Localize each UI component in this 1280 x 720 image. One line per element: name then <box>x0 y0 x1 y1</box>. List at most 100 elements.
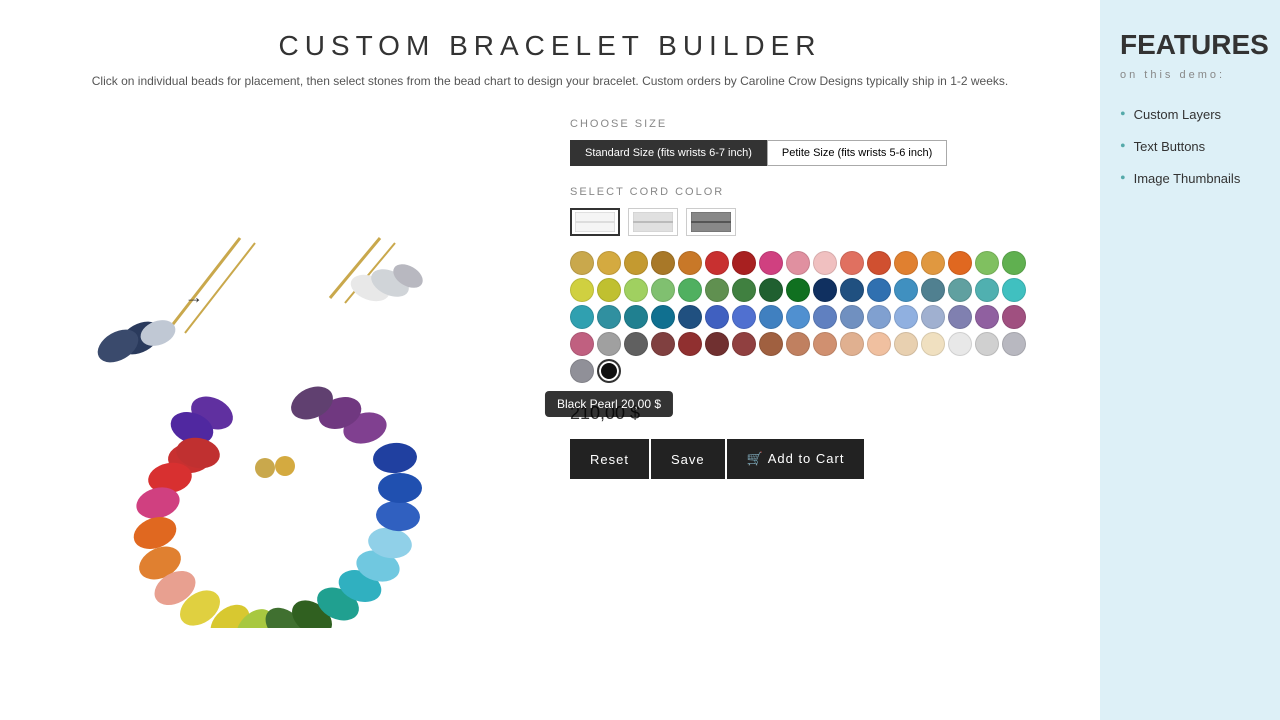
color-swatch[interactable] <box>678 305 702 329</box>
tooltip: Black Pearl 20,00 $ <box>545 391 673 417</box>
color-swatch[interactable] <box>975 278 999 302</box>
color-swatch[interactable] <box>975 332 999 356</box>
bullet-icon-1: • <box>1120 106 1126 124</box>
cord-swatch-gray[interactable] <box>628 208 678 236</box>
cord-swatch-dark[interactable] <box>686 208 736 236</box>
color-swatch[interactable] <box>624 332 648 356</box>
color-swatch[interactable] <box>786 305 810 329</box>
color-swatch[interactable] <box>678 332 702 356</box>
color-swatch[interactable] <box>948 251 972 275</box>
main-content: CUSTOM BRACELET BUILDER Click on individ… <box>0 0 1100 720</box>
color-swatch[interactable] <box>651 305 675 329</box>
action-buttons: Reset Save 🛒 Add to Cart <box>570 439 1060 479</box>
color-swatch[interactable] <box>921 278 945 302</box>
reset-button[interactable]: Reset <box>570 439 649 479</box>
feature-label-3: Image Thumbnails <box>1134 171 1241 186</box>
size-standard-button[interactable]: Standard Size (fits wrists 6-7 inch) <box>570 140 767 166</box>
bracelet-svg: → <box>40 108 500 628</box>
color-swatch[interactable] <box>624 251 648 275</box>
color-swatch[interactable] <box>678 251 702 275</box>
color-swatch[interactable] <box>597 251 621 275</box>
color-swatch[interactable] <box>597 305 621 329</box>
color-swatch[interactable] <box>813 251 837 275</box>
color-swatch[interactable] <box>840 305 864 329</box>
color-swatch[interactable] <box>786 332 810 356</box>
feature-label-1: Custom Layers <box>1134 107 1221 122</box>
color-swatch[interactable] <box>624 278 648 302</box>
color-swatch[interactable] <box>732 278 756 302</box>
cord-label: SELECT CORD COLOR <box>570 186 1060 198</box>
color-swatch[interactable] <box>867 305 891 329</box>
color-swatch[interactable] <box>759 278 783 302</box>
color-swatch[interactable] <box>651 332 675 356</box>
cord-white-icon <box>575 212 615 232</box>
color-swatch[interactable] <box>705 305 729 329</box>
color-swatch[interactable] <box>705 251 729 275</box>
feature-item-3: • Image Thumbnails <box>1120 170 1260 188</box>
color-swatch[interactable] <box>840 251 864 275</box>
save-button[interactable]: Save <box>651 439 725 479</box>
feature-item-2: • Text Buttons <box>1120 138 1260 156</box>
color-swatch[interactable] <box>732 305 756 329</box>
page-title: CUSTOM BRACELET BUILDER <box>40 30 1060 62</box>
features-subtitle: on this demo: <box>1120 69 1260 81</box>
color-swatch[interactable] <box>570 278 594 302</box>
color-swatch[interactable] <box>813 305 837 329</box>
color-swatch[interactable] <box>705 332 729 356</box>
color-swatch[interactable] <box>759 305 783 329</box>
color-swatch[interactable] <box>840 278 864 302</box>
color-swatch[interactable] <box>570 251 594 275</box>
feature-item-1: • Custom Layers <box>1120 106 1260 124</box>
color-swatch[interactable] <box>732 332 756 356</box>
color-swatch[interactable] <box>921 251 945 275</box>
controls-panel: CHOOSE SIZE Standard Size (fits wrists 6… <box>570 108 1060 628</box>
color-swatch[interactable] <box>1002 332 1026 356</box>
color-swatch[interactable] <box>894 278 918 302</box>
color-swatch-black-pearl[interactable]: Black Pearl 20,00 $ <box>597 359 621 383</box>
color-swatch[interactable] <box>624 305 648 329</box>
color-swatch[interactable] <box>894 251 918 275</box>
color-swatch[interactable] <box>651 278 675 302</box>
color-swatch[interactable] <box>732 251 756 275</box>
color-swatch[interactable] <box>570 305 594 329</box>
color-swatch[interactable] <box>894 305 918 329</box>
builder-area: → <box>40 108 1060 628</box>
color-swatch[interactable] <box>975 305 999 329</box>
color-swatch[interactable] <box>867 251 891 275</box>
color-swatch[interactable] <box>786 251 810 275</box>
add-to-cart-button[interactable]: 🛒 Add to Cart <box>727 439 865 479</box>
color-swatch[interactable] <box>759 251 783 275</box>
color-swatch[interactable] <box>867 332 891 356</box>
color-swatch[interactable] <box>570 332 594 356</box>
color-swatch[interactable] <box>759 332 783 356</box>
color-swatch[interactable] <box>813 332 837 356</box>
color-swatch[interactable] <box>867 278 891 302</box>
color-swatch[interactable] <box>840 332 864 356</box>
color-swatch[interactable] <box>705 278 729 302</box>
cord-swatch-white[interactable] <box>570 208 620 236</box>
color-swatch[interactable] <box>975 251 999 275</box>
bullet-icon-3: • <box>1120 170 1126 188</box>
color-swatch[interactable] <box>1002 305 1026 329</box>
color-swatch[interactable] <box>1002 278 1026 302</box>
color-swatch[interactable] <box>597 332 621 356</box>
color-swatch[interactable] <box>1002 251 1026 275</box>
color-swatch[interactable] <box>651 251 675 275</box>
cord-options <box>570 208 1060 236</box>
page-subtitle: Click on individual beads for placement,… <box>40 74 1060 88</box>
size-petite-button[interactable]: Petite Size (fits wrists 5-6 inch) <box>767 140 947 166</box>
color-swatch[interactable] <box>948 332 972 356</box>
color-swatch[interactable] <box>813 278 837 302</box>
color-swatch[interactable] <box>894 332 918 356</box>
size-label: CHOOSE SIZE <box>570 118 1060 130</box>
color-swatch-selected[interactable] <box>570 359 594 383</box>
size-buttons: Standard Size (fits wrists 6-7 inch) Pet… <box>570 140 1060 166</box>
color-swatch[interactable] <box>597 278 621 302</box>
color-swatch[interactable] <box>921 332 945 356</box>
color-swatch[interactable] <box>921 305 945 329</box>
color-swatch[interactable] <box>786 278 810 302</box>
feature-label-2: Text Buttons <box>1134 139 1206 154</box>
color-swatch[interactable] <box>678 278 702 302</box>
color-swatch[interactable] <box>948 305 972 329</box>
color-swatch[interactable] <box>948 278 972 302</box>
